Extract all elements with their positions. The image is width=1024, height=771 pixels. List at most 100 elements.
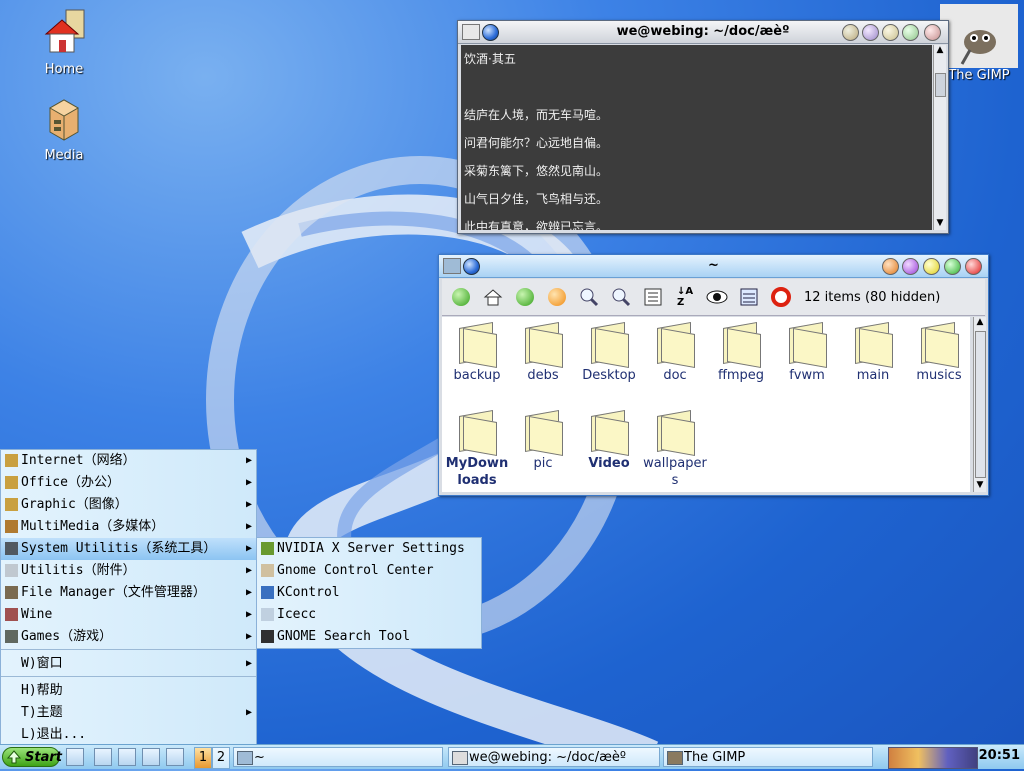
office-icon bbox=[5, 476, 18, 489]
folder-label: musics bbox=[916, 368, 962, 383]
menu-item-label: MultiMedia（多媒体） bbox=[21, 519, 165, 534]
menu-item-nvidia-settings[interactable]: NVIDIA X Server Settings bbox=[257, 538, 481, 560]
utilities-icon bbox=[5, 564, 18, 577]
taskbar-terminal-button[interactable]: we@webing: ~/doc/æèº bbox=[448, 747, 660, 767]
refresh-button[interactable] bbox=[542, 283, 572, 311]
maximize-button[interactable] bbox=[902, 24, 919, 41]
close-button[interactable] bbox=[965, 258, 982, 275]
games-icon bbox=[5, 630, 18, 643]
folder-icon bbox=[653, 409, 697, 456]
zoom-out-button[interactable] bbox=[606, 283, 636, 311]
launcher-icon[interactable] bbox=[94, 748, 112, 766]
folder-label: main bbox=[856, 368, 890, 383]
shade-button[interactable] bbox=[882, 258, 899, 275]
menu-item-games[interactable]: Games（游戏） ▶ bbox=[1, 626, 256, 648]
layer-button[interactable] bbox=[902, 258, 919, 275]
menu-item-office[interactable]: Office（办公） ▶ bbox=[1, 472, 256, 494]
menu-item-utilities[interactable]: Utilitis（附件） ▶ bbox=[1, 560, 256, 582]
folder-item[interactable]: MyDown loads bbox=[444, 407, 510, 489]
desktop-2-button[interactable]: 2 bbox=[212, 747, 230, 769]
menu-item-wine[interactable]: Wine ▶ bbox=[1, 604, 256, 626]
show-hidden-button[interactable] bbox=[702, 283, 732, 311]
folder-icon bbox=[521, 409, 565, 456]
terminal-scrollbar[interactable]: ▲ ▼ bbox=[933, 45, 946, 230]
help-button[interactable] bbox=[766, 283, 796, 311]
scroll-up-arrow-icon[interactable]: ▲ bbox=[934, 45, 946, 57]
zoom-in-button[interactable] bbox=[574, 283, 604, 311]
file-manager-titlebar[interactable]: ~ bbox=[439, 255, 988, 278]
taskbar-path-label: ~ bbox=[254, 750, 265, 765]
zoom-out-icon bbox=[612, 288, 631, 307]
close-button[interactable] bbox=[924, 24, 941, 41]
scroll-thumb[interactable] bbox=[975, 331, 986, 478]
menu-item-internet[interactable]: Internet（网络） ▶ bbox=[1, 450, 256, 472]
system-tray[interactable] bbox=[888, 747, 978, 769]
start-label: Start bbox=[25, 750, 62, 765]
start-button[interactable]: Start bbox=[2, 747, 62, 767]
network-launcher-icon[interactable] bbox=[166, 748, 184, 766]
menu-item-graphic[interactable]: Graphic（图像） ▶ bbox=[1, 494, 256, 516]
shade-button[interactable] bbox=[842, 24, 859, 41]
menu-item-gnome-control-center[interactable]: Gnome Control Center bbox=[257, 560, 481, 582]
details-view-icon bbox=[740, 288, 758, 306]
terminal-launcher-icon[interactable] bbox=[118, 748, 136, 766]
menu-item-system-utilities[interactable]: System Utilitis（系统工具） ▶ bbox=[1, 538, 256, 560]
folder-item[interactable]: pic bbox=[510, 407, 576, 472]
show-desktop-icon[interactable] bbox=[66, 748, 84, 766]
folder-item[interactable]: ffmpeg bbox=[708, 319, 774, 384]
media-label: Media bbox=[44, 148, 84, 163]
folder-item[interactable]: Desktop bbox=[576, 319, 642, 384]
folder-item[interactable]: Video bbox=[576, 407, 642, 472]
maximize-button[interactable] bbox=[944, 258, 961, 275]
folder-item[interactable]: fvwm bbox=[774, 319, 840, 384]
terminal-line: 此中有真意，欲辨已忘言。 bbox=[464, 220, 609, 230]
terminal-text-area[interactable]: 饮酒·其五 结庐在人境，而无车马喧。 问君何能尔？心远地自偏。 采菊东篱下，悠然… bbox=[461, 45, 932, 230]
sort-button[interactable]: ↓A Z bbox=[670, 283, 700, 311]
folder-item[interactable]: main bbox=[840, 319, 906, 384]
file-list-scrollbar[interactable]: ▲ ▼ bbox=[973, 317, 986, 492]
folder-item[interactable]: doc bbox=[642, 319, 708, 384]
minimize-button[interactable] bbox=[923, 258, 940, 275]
media-desktop-icon[interactable]: Media bbox=[24, 94, 104, 163]
scroll-up-arrow-icon[interactable]: ▲ bbox=[974, 317, 986, 329]
lifebuoy-icon bbox=[771, 287, 791, 307]
menu-item-multimedia[interactable]: MultiMedia（多媒体） ▶ bbox=[1, 516, 256, 538]
gimp-label: The GIMP bbox=[948, 68, 1010, 83]
minimize-button[interactable] bbox=[882, 24, 899, 41]
folder-item[interactable]: wallpaper s bbox=[642, 407, 708, 489]
folder-icon bbox=[455, 321, 499, 368]
scroll-down-arrow-icon[interactable]: ▼ bbox=[974, 480, 986, 492]
layer-button[interactable] bbox=[862, 24, 879, 41]
list-view-button[interactable] bbox=[638, 283, 668, 311]
menu-item-window[interactable]: W)窗口 ▶ bbox=[1, 653, 256, 675]
file-list-pane[interactable]: backup debs Desktop doc ffmpeg fvwm main… bbox=[442, 317, 970, 492]
folder-item[interactable]: debs bbox=[510, 319, 576, 384]
menu-item-label: Icecc bbox=[277, 607, 317, 622]
scroll-down-arrow-icon[interactable]: ▼ bbox=[934, 218, 946, 230]
details-button[interactable] bbox=[734, 283, 764, 311]
taskbar-gimp-button[interactable]: The GIMP bbox=[663, 747, 873, 767]
menu-item-kcontrol[interactable]: KControl bbox=[257, 582, 481, 604]
terminal-titlebar[interactable]: we@webing: ~/doc/æèº bbox=[458, 21, 948, 44]
folder-label: fvwm bbox=[789, 368, 825, 383]
up-button[interactable] bbox=[446, 283, 476, 311]
menu-item-logout[interactable]: L)退出... bbox=[1, 724, 256, 746]
folder-item[interactable]: backup bbox=[444, 319, 510, 384]
folder-item[interactable]: musics bbox=[906, 319, 972, 384]
home-desktop-icon[interactable]: Home bbox=[24, 8, 104, 77]
taskbar-path-button[interactable]: ~ bbox=[233, 747, 443, 767]
scroll-thumb[interactable] bbox=[935, 73, 946, 97]
home-button[interactable] bbox=[478, 283, 508, 311]
list-view-icon bbox=[644, 288, 662, 306]
forward-button[interactable] bbox=[510, 283, 540, 311]
menu-item-icecc[interactable]: Icecc bbox=[257, 604, 481, 626]
menu-item-help[interactable]: H)帮助 bbox=[1, 680, 256, 702]
menu-item-file-manager[interactable]: File Manager（文件管理器） ▶ bbox=[1, 582, 256, 604]
terminal-line: 问君何能尔？心远地自偏。 bbox=[464, 136, 609, 150]
browser-launcher-icon[interactable] bbox=[142, 748, 160, 766]
menu-item-gnome-search-tool[interactable]: GNOME Search Tool bbox=[257, 626, 481, 648]
menu-separator bbox=[1, 649, 256, 652]
menu-item-theme[interactable]: T)主题 ▶ bbox=[1, 702, 256, 724]
desktop-1-button[interactable]: 1 bbox=[194, 747, 212, 769]
gimp-desktop-icon[interactable]: The GIMP bbox=[938, 4, 1020, 83]
